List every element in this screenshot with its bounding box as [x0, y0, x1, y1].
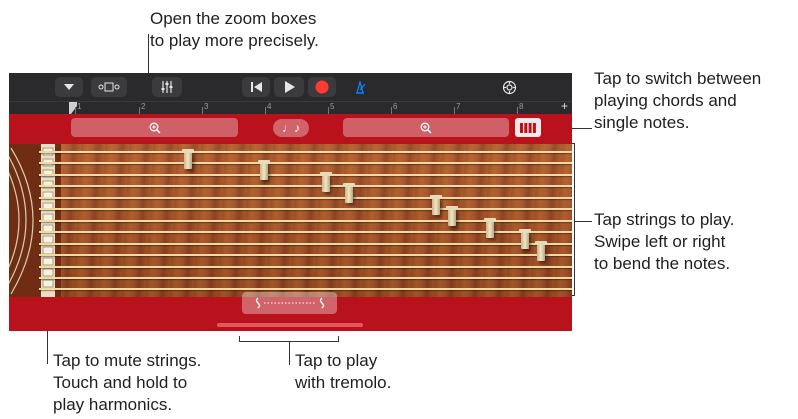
ruler-tick [265, 107, 266, 114]
settings-icon[interactable] [499, 77, 519, 97]
timeline-ruler[interactable]: 1 2 3 4 5 6 7 8 + [9, 99, 572, 114]
control-strip: ♩♪ [9, 114, 572, 144]
ruler-mark: 8 [519, 102, 524, 111]
ruler-tick [517, 107, 518, 114]
ruler-mark: 2 [141, 102, 146, 111]
add-section-button[interactable]: + [561, 99, 568, 113]
strings-leader-line [575, 221, 592, 222]
string-bridge [535, 241, 547, 261]
ruler-tick [391, 107, 392, 114]
ruler-tick [454, 107, 455, 114]
strings-bracket-vertical [574, 143, 575, 296]
chord-strips-button[interactable] [515, 118, 541, 137]
tremolo-icon [255, 297, 324, 309]
record-icon[interactable] [308, 77, 336, 97]
chevron-down-icon[interactable] [55, 77, 83, 97]
string-12[interactable] [39, 277, 572, 279]
string-bridge [484, 218, 496, 238]
string-11[interactable] [39, 266, 572, 268]
mixer-icon[interactable] [152, 77, 182, 97]
guzheng-body [9, 144, 572, 297]
metronome-icon[interactable] [350, 77, 370, 97]
string-5[interactable] [39, 197, 572, 199]
tremolo-bracket-right [338, 336, 339, 342]
bottom-strip [9, 292, 572, 331]
ruler-tick [202, 107, 203, 114]
home-indicator[interactable] [217, 323, 363, 327]
zoom-in-icon [420, 122, 432, 134]
rewind-icon[interactable] [242, 77, 270, 97]
string-bridge [182, 149, 194, 169]
string-1[interactable] [39, 151, 572, 153]
mute-callout: Tap to mute strings. Touch and hold to p… [53, 351, 202, 414]
string-2[interactable] [39, 162, 572, 164]
string-bridge [258, 160, 270, 180]
chord-strips-icon [520, 122, 536, 133]
ruler-mark: 6 [393, 102, 398, 111]
string-3[interactable] [39, 174, 572, 176]
ruler-mark: 4 [267, 102, 272, 111]
string-10[interactable] [39, 254, 572, 256]
ruler-mark: 5 [330, 102, 335, 111]
string-13[interactable] [39, 288, 572, 290]
string-bridge [446, 206, 458, 226]
ruler-mark: 1 [77, 102, 82, 111]
tremolo-callout: Tap to play with tremolo. [295, 351, 392, 392]
ruler-tick [139, 107, 140, 114]
notes-chords-toggle[interactable]: ♩♪ [273, 119, 309, 137]
string-bridge [519, 229, 531, 249]
string-bridge [430, 195, 442, 215]
ruler-mark: 3 [204, 102, 209, 111]
chords-callout: Tap to switch between playing chords and… [594, 69, 762, 132]
control-bar [9, 73, 572, 101]
zoom-in-icon [149, 122, 161, 134]
string-bridge [343, 183, 355, 203]
zoom-callout: Open the zoom boxes to play more precise… [150, 9, 319, 50]
ruler-mark: 7 [456, 102, 461, 111]
ruler-tick [328, 107, 329, 114]
guzheng-screen: 1 2 3 4 5 6 7 8 + ♩♪ [9, 73, 572, 331]
play-icon[interactable] [274, 77, 304, 97]
string-9[interactable] [39, 243, 572, 245]
chords-leader-line [571, 128, 592, 129]
string-4[interactable] [39, 185, 572, 187]
ruler-tick [75, 107, 76, 114]
strings-callout: Tap strings to play. Swipe left or right… [594, 210, 735, 273]
zoom-box-left[interactable] [71, 118, 238, 137]
zoom-box-right[interactable] [343, 118, 509, 137]
tremolo-button[interactable] [242, 292, 337, 314]
string-bridge [320, 172, 332, 192]
tremolo-leader-line [289, 341, 290, 365]
string-6[interactable] [39, 208, 572, 210]
browser-view-icon[interactable] [91, 77, 127, 97]
tremolo-bracket-left [239, 336, 240, 342]
